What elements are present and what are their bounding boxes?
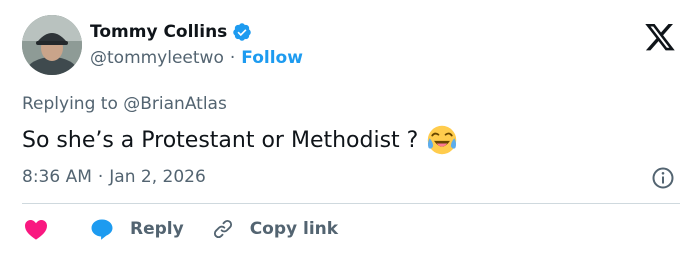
reply-bubble-icon [91, 219, 113, 240]
link-icon [213, 219, 232, 239]
like-button[interactable] [24, 218, 48, 240]
separator-dot: · [229, 48, 236, 68]
verified-badge-icon [233, 23, 252, 41]
follow-button[interactable]: Follow [241, 48, 303, 68]
replying-to: Replying to @BrianAtlas [22, 94, 227, 114]
divider [22, 203, 680, 204]
author-name-row[interactable]: Tommy Collins [90, 22, 252, 42]
separator-dot: · [97, 167, 104, 187]
tweet-time: 8:36 AM [22, 167, 92, 187]
copy-link-label: Copy link [249, 219, 339, 239]
reply-button[interactable]: Reply [90, 218, 184, 240]
heart-icon [25, 220, 47, 240]
tweet-body: So she’s a Protestant or Methodist ? [22, 124, 458, 156]
action-bar: Reply Copy link [24, 215, 338, 243]
avatar[interactable] [22, 15, 82, 75]
x-logo-icon[interactable] [645, 24, 675, 51]
author-handle[interactable]: @tommyleetwo [90, 48, 224, 68]
tweet-text: So she’s a Protestant or Methodist ? [22, 127, 419, 153]
timestamp[interactable]: 8:36 AM · Jan 2, 2026 [22, 167, 206, 187]
reply-label: Reply [130, 219, 184, 239]
replying-to-prefix: Replying to [22, 94, 124, 114]
info-icon[interactable] [651, 166, 675, 190]
author-name[interactable]: Tommy Collins [90, 22, 227, 42]
tweet-date: Jan 2, 2026 [109, 167, 206, 187]
replying-to-handle[interactable]: @BrianAtlas [123, 94, 227, 114]
avatar-photo [22, 15, 82, 75]
face-with-tears-of-joy-icon [428, 125, 457, 155]
copy-link-button[interactable]: Copy link [212, 218, 338, 240]
author-handle-row: @tommyleetwo · Follow [90, 48, 303, 68]
